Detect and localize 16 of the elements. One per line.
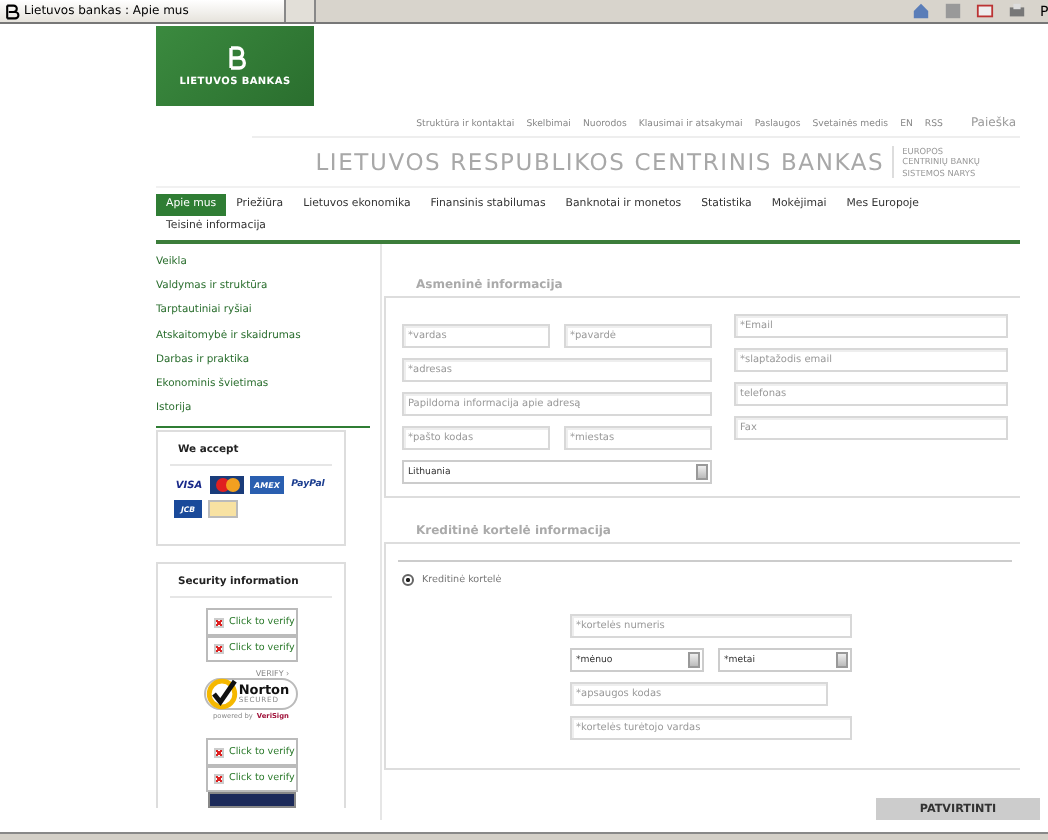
bank-logo-icon bbox=[4, 3, 20, 19]
mail-icon[interactable] bbox=[976, 2, 994, 20]
broken-image-icon bbox=[213, 617, 223, 628]
site-seal-badge[interactable] bbox=[207, 792, 295, 809]
radio-button[interactable] bbox=[402, 574, 414, 586]
card-icon bbox=[208, 500, 238, 519]
printer-icon[interactable] bbox=[1008, 2, 1026, 20]
card-logo-icon bbox=[210, 476, 244, 495]
new-tab-button[interactable] bbox=[286, 0, 316, 22]
broken-image-icon bbox=[213, 774, 223, 785]
bank-logo-icon bbox=[225, 45, 245, 69]
home-icon[interactable] bbox=[912, 2, 930, 20]
site-title: LIETUVOS RESPUBLIKOS CENTRINIS BANKAS bbox=[315, 148, 885, 176]
broken-image-icon bbox=[213, 644, 223, 655]
broken-image-icon bbox=[213, 747, 223, 758]
checkmark-icon bbox=[206, 678, 239, 711]
